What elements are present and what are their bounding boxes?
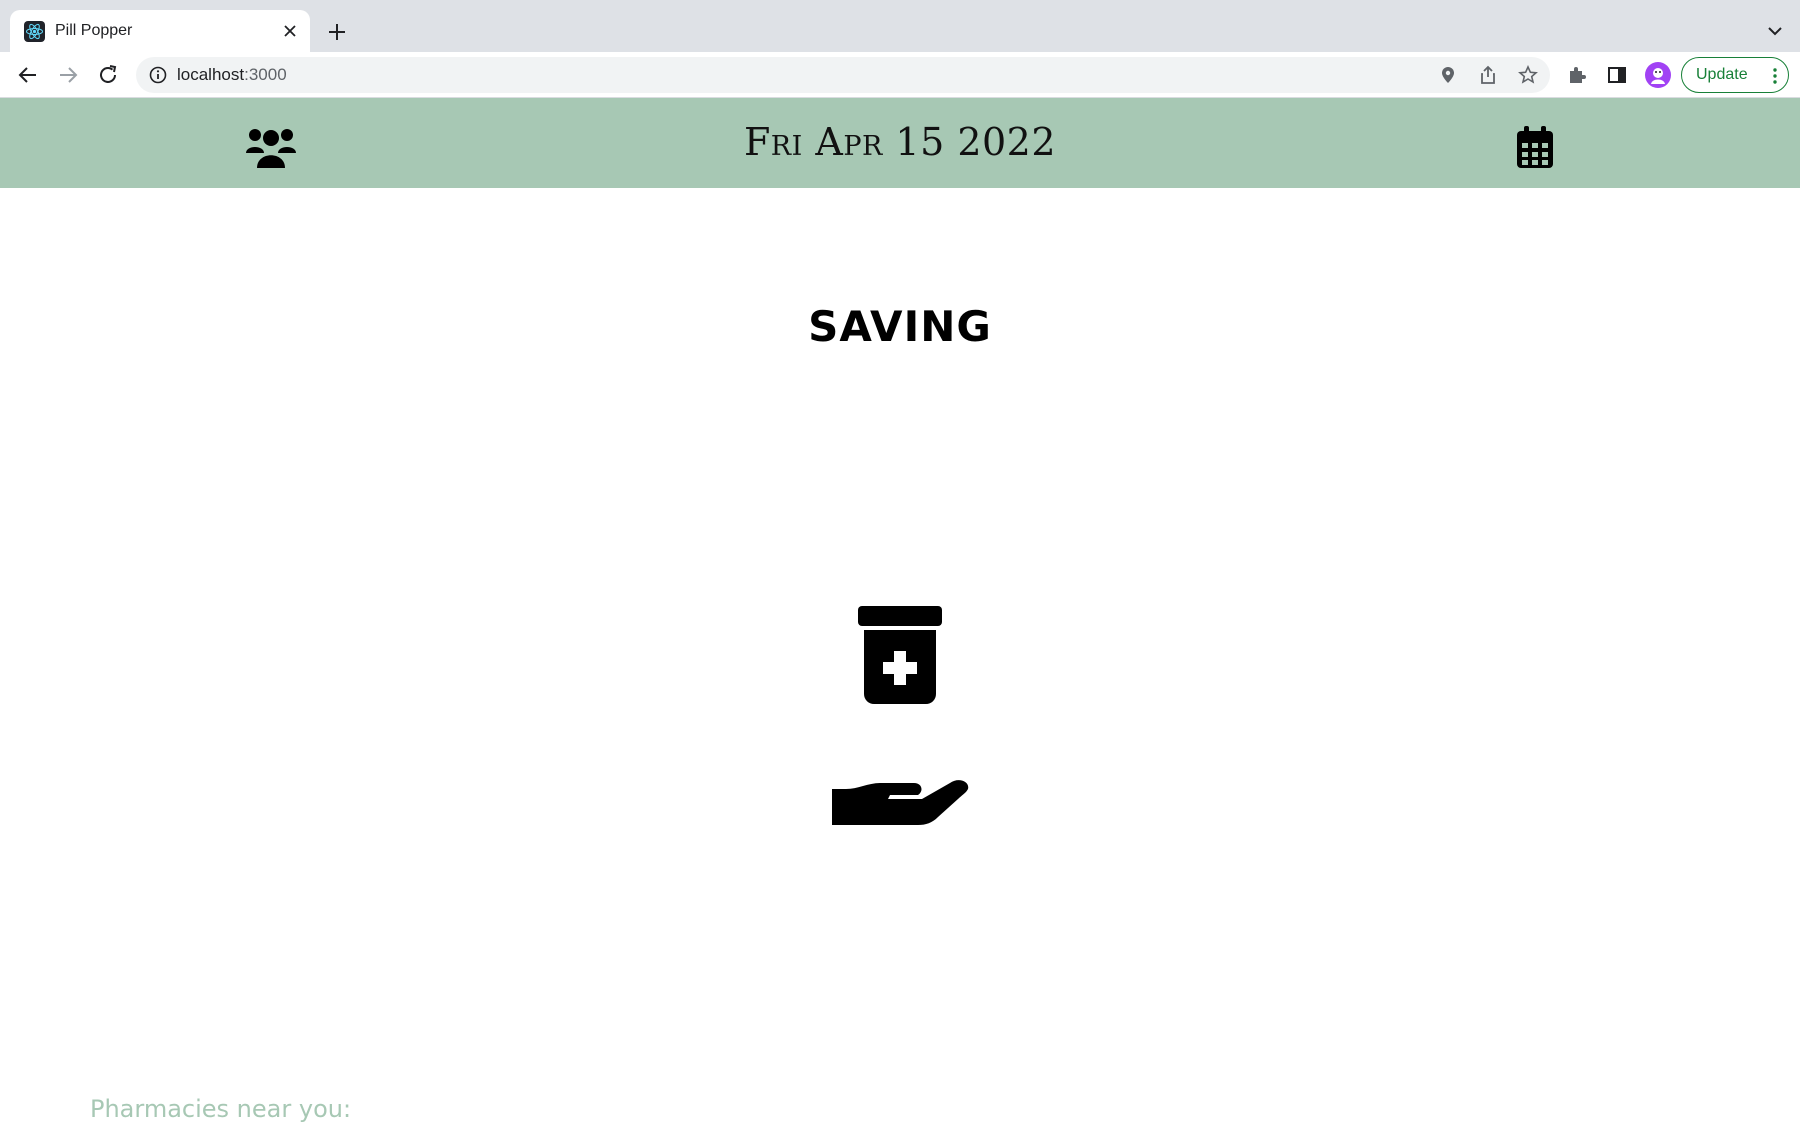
reload-icon[interactable]: [96, 63, 120, 87]
page-title: SAVING: [808, 302, 992, 351]
address-bar[interactable]: localhost:3000: [136, 57, 1550, 93]
profile-avatar[interactable]: [1645, 62, 1671, 88]
share-icon[interactable]: [1478, 65, 1498, 85]
pharmacies-heading: Pharmacies near you:: [90, 1095, 352, 1123]
extensions-icon[interactable]: [1565, 63, 1589, 87]
tab-search-chevron-icon[interactable]: [1766, 22, 1784, 40]
tab-title: Pill Popper: [55, 22, 133, 39]
forward-icon[interactable]: [56, 63, 80, 87]
browser-toolbar: localhost:3000 Update: [0, 52, 1800, 98]
prescription-bottle-icon[interactable]: [858, 606, 942, 704]
calendar-icon[interactable]: [1516, 126, 1554, 168]
location-icon[interactable]: [1438, 65, 1458, 85]
update-button[interactable]: Update: [1681, 57, 1789, 93]
browser-tab[interactable]: Pill Popper: [10, 10, 310, 52]
close-tab-icon[interactable]: [280, 21, 300, 41]
app-header: Fri Apr 15 2022: [0, 98, 1800, 188]
update-label: Update: [1696, 66, 1748, 83]
url-host: localhost: [177, 65, 245, 84]
back-icon[interactable]: [16, 63, 40, 87]
url-port: :3000: [244, 65, 287, 84]
side-panel-icon[interactable]: [1605, 63, 1629, 87]
bookmark-star-icon[interactable]: [1518, 65, 1538, 85]
browser-tab-strip: Pill Popper: [0, 0, 1800, 52]
site-info-icon[interactable]: [148, 65, 168, 85]
new-tab-icon[interactable]: [324, 19, 350, 45]
more-menu-icon[interactable]: [1772, 66, 1778, 86]
open-hand-icon[interactable]: [832, 775, 970, 825]
react-favicon-icon: [24, 21, 45, 42]
url-text: localhost:3000: [177, 65, 287, 85]
